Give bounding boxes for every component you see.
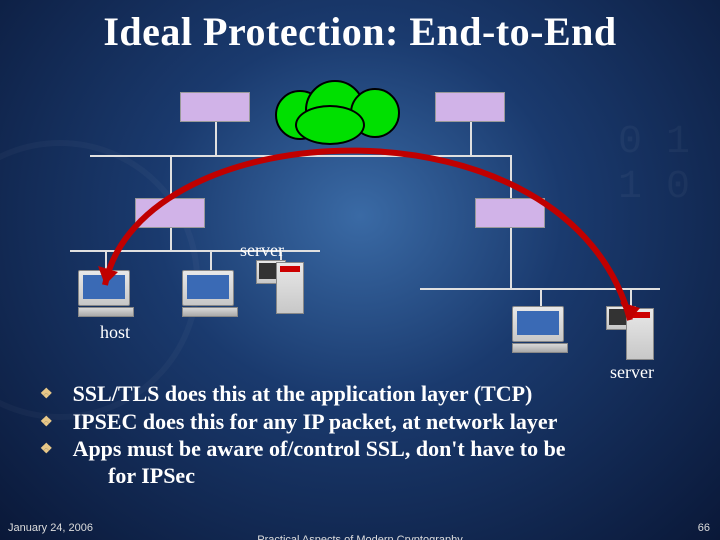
bullet-item: ❖ SSL/TLS does this at the application l… — [40, 380, 690, 408]
bullet-marker-icon: ❖ — [40, 414, 53, 432]
router-box — [135, 198, 205, 228]
bullet-marker-icon: ❖ — [40, 441, 53, 459]
footer-title: Practical Aspects of Modern Cryptography — [0, 534, 720, 540]
network-line — [170, 228, 172, 250]
network-line — [90, 155, 510, 157]
host-computer-icon — [512, 306, 568, 354]
internet-cloud — [275, 80, 405, 140]
network-line — [170, 155, 172, 200]
network-line — [215, 122, 217, 156]
server-icon — [606, 302, 654, 360]
network-line — [510, 228, 512, 288]
slide-title: Ideal Protection: End-to-End — [0, 0, 720, 55]
router-box — [180, 92, 250, 122]
host-label: host — [100, 322, 130, 343]
network-line — [210, 250, 212, 270]
router-box — [475, 198, 545, 228]
footer-page-number: 66 — [698, 522, 710, 534]
bullet-item: ❖ Apps must be aware of/control SSL, don… — [40, 435, 690, 463]
bullet-text: SSL/TLS does this at the application lay… — [73, 380, 533, 408]
slide: 0 11 0 Ideal Protection: End-to-End — [0, 0, 720, 540]
server-icon — [256, 256, 304, 314]
network-line — [510, 155, 512, 200]
network-line — [470, 122, 472, 156]
network-line — [540, 288, 542, 306]
bullet-text: Apps must be aware of/control SSL, don't… — [73, 435, 566, 463]
server-label: server — [240, 240, 284, 261]
router-box — [435, 92, 505, 122]
bullet-marker-icon: ❖ — [40, 386, 53, 404]
network-line — [105, 250, 107, 270]
host-computer-icon — [182, 270, 238, 318]
bullet-continuation: for IPSec — [108, 463, 690, 489]
footer-date: January 24, 2006 — [8, 522, 93, 534]
bullet-text: IPSEC does this for any IP packet, at ne… — [73, 408, 558, 436]
bullet-list: ❖ SSL/TLS does this at the application l… — [40, 380, 690, 489]
network-diagram: server host server — [50, 80, 670, 370]
host-computer-icon — [78, 270, 134, 318]
bullet-item: ❖ IPSEC does this for any IP packet, at … — [40, 408, 690, 436]
